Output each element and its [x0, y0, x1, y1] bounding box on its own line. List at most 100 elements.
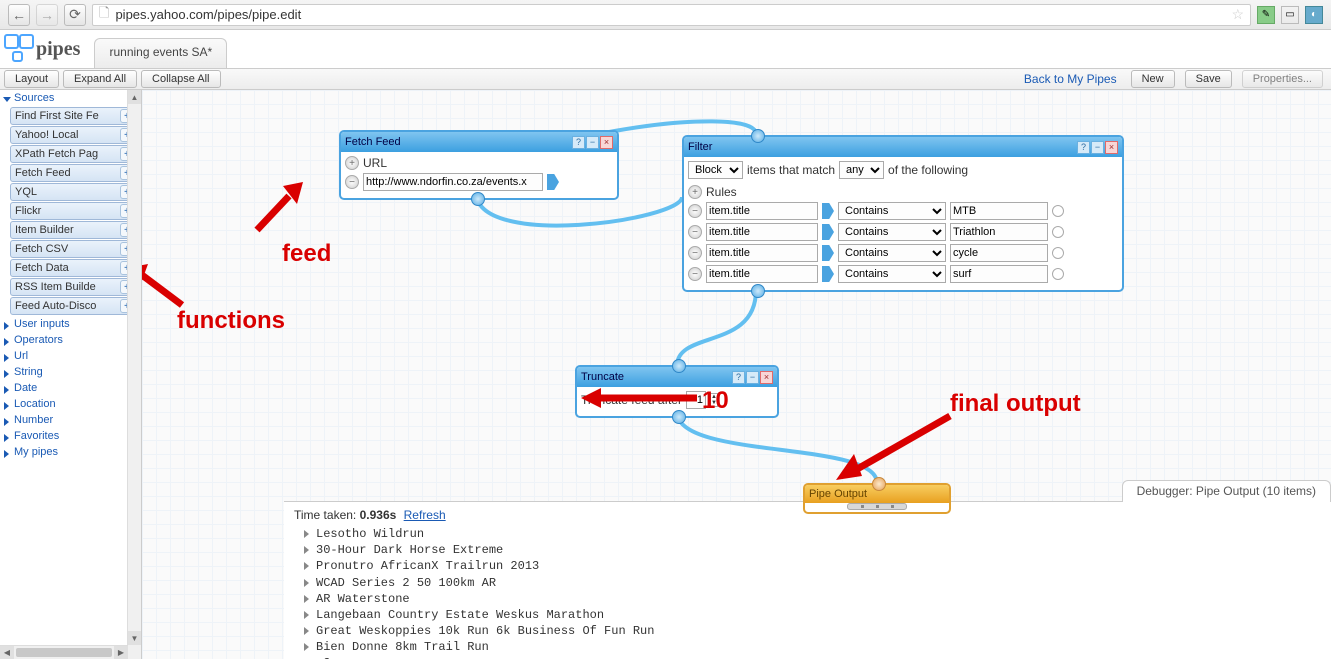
- debug-item[interactable]: Bien Donne 8km Trail Run: [294, 639, 1321, 655]
- close-icon[interactable]: ×: [1105, 141, 1118, 154]
- layout-button[interactable]: Layout: [4, 70, 59, 88]
- block-select[interactable]: Block: [688, 161, 743, 179]
- close-icon[interactable]: ×: [600, 136, 613, 149]
- module-filter[interactable]: Filter ? − × Block items that match any …: [682, 135, 1124, 292]
- rule-op-select[interactable]: Contains: [838, 265, 946, 283]
- module-header[interactable]: Filter ? − ×: [684, 137, 1122, 157]
- collapse-all-button[interactable]: Collapse All: [141, 70, 220, 88]
- input-port[interactable]: [751, 129, 765, 143]
- add-url-icon[interactable]: +: [345, 156, 359, 170]
- debug-item[interactable]: Great Weskoppies 10k Run 6k Business Of …: [294, 623, 1321, 639]
- source-item[interactable]: XPath Fetch Pag+: [10, 145, 137, 163]
- rule-value-input[interactable]: [950, 202, 1048, 220]
- sidebar-category[interactable]: Location: [0, 396, 141, 412]
- source-item[interactable]: Feed Auto-Disco+: [10, 297, 137, 315]
- save-button[interactable]: Save: [1185, 70, 1232, 88]
- remove-rule-icon[interactable]: −: [688, 204, 702, 218]
- back-to-pipes-link[interactable]: Back to My Pipes: [1024, 72, 1117, 86]
- ext-1-icon[interactable]: ✎: [1257, 6, 1275, 24]
- source-item[interactable]: Fetch Data+: [10, 259, 137, 277]
- add-rule-icon[interactable]: +: [688, 185, 702, 199]
- hscroll-thumb[interactable]: [16, 648, 112, 657]
- remove-rule-icon[interactable]: −: [688, 225, 702, 239]
- bookmark-star-icon[interactable]: ☆: [1231, 6, 1244, 23]
- refresh-link[interactable]: Refresh: [404, 508, 446, 522]
- rule-field-input[interactable]: [706, 244, 818, 262]
- rule-field-input[interactable]: [706, 265, 818, 283]
- remove-rule-icon[interactable]: −: [688, 267, 702, 281]
- document-tab[interactable]: running events SA*: [94, 38, 227, 68]
- output-port[interactable]: [471, 192, 485, 206]
- rule-radio[interactable]: [1052, 226, 1064, 238]
- ext-2-icon[interactable]: ▭: [1281, 6, 1299, 24]
- scroll-down-icon[interactable]: ▼: [128, 631, 141, 645]
- source-item[interactable]: YQL+: [10, 183, 137, 201]
- canvas[interactable]: Fetch Feed ? − × + URL −: [142, 90, 1331, 659]
- sidebar-category[interactable]: My pipes: [0, 444, 141, 460]
- source-item[interactable]: Fetch Feed+: [10, 164, 137, 182]
- scroll-right-icon[interactable]: ▶: [114, 646, 128, 659]
- expand-all-button[interactable]: Expand All: [63, 70, 137, 88]
- debug-item[interactable]: WCAD Series 2 50 100km AR: [294, 575, 1321, 591]
- sidebar-category[interactable]: Favorites: [0, 428, 141, 444]
- sidebar-category[interactable]: Number: [0, 412, 141, 428]
- reload-button[interactable]: ⟳: [64, 4, 86, 26]
- rule-op-select[interactable]: Contains: [838, 202, 946, 220]
- url-port-icon[interactable]: [547, 174, 559, 190]
- url-bar[interactable]: 🗋 pipes.yahoo.com/pipes/pipe.edit ☆: [92, 4, 1251, 26]
- collapse-icon[interactable]: −: [746, 371, 759, 384]
- source-item[interactable]: Yahoo! Local+: [10, 126, 137, 144]
- help-icon[interactable]: ?: [572, 136, 585, 149]
- debug-item[interactable]: AR Waterstone: [294, 591, 1321, 607]
- rule-op-select[interactable]: Contains: [838, 244, 946, 262]
- rule-value-input[interactable]: [950, 244, 1048, 262]
- field-port-icon[interactable]: [822, 224, 834, 240]
- debug-item[interactable]: Pronutro AfricanX Trailrun 2013: [294, 558, 1321, 574]
- help-icon[interactable]: ?: [1077, 141, 1090, 154]
- rule-field-input[interactable]: [706, 223, 818, 241]
- collapse-icon[interactable]: −: [586, 136, 599, 149]
- field-port-icon[interactable]: [822, 266, 834, 282]
- ext-3-icon[interactable]: ◐: [1305, 6, 1323, 24]
- pipes-logo[interactable]: pipes: [4, 34, 80, 64]
- collapse-icon[interactable]: −: [1091, 141, 1104, 154]
- remove-rule-icon[interactable]: −: [688, 246, 702, 260]
- field-port-icon[interactable]: [822, 245, 834, 261]
- rule-radio[interactable]: [1052, 205, 1064, 217]
- source-item[interactable]: RSS Item Builde+: [10, 278, 137, 296]
- source-item[interactable]: Item Builder+: [10, 221, 137, 239]
- resize-grip-icon[interactable]: [847, 503, 907, 510]
- properties-button[interactable]: Properties...: [1242, 70, 1323, 88]
- close-icon[interactable]: ×: [760, 371, 773, 384]
- remove-url-icon[interactable]: −: [345, 175, 359, 189]
- rule-value-input[interactable]: [950, 265, 1048, 283]
- module-fetch-feed[interactable]: Fetch Feed ? − × + URL −: [339, 130, 619, 200]
- sidebar-category[interactable]: Operators: [0, 332, 141, 348]
- sidebar-category[interactable]: String: [0, 364, 141, 380]
- rule-field-input[interactable]: [706, 202, 818, 220]
- module-header[interactable]: Fetch Feed ? − ×: [341, 132, 617, 152]
- source-item[interactable]: Flickr+: [10, 202, 137, 220]
- input-port[interactable]: [672, 359, 686, 373]
- rule-radio[interactable]: [1052, 247, 1064, 259]
- sidebar-hscroll[interactable]: ◀ ▶: [0, 645, 128, 659]
- field-port-icon[interactable]: [822, 203, 834, 219]
- back-button[interactable]: ←: [8, 4, 30, 26]
- new-button[interactable]: New: [1131, 70, 1175, 88]
- debugger-tab[interactable]: Debugger: Pipe Output (10 items): [1122, 480, 1331, 502]
- sidebar-category[interactable]: User inputs: [0, 316, 141, 332]
- output-port[interactable]: [751, 284, 765, 298]
- help-icon[interactable]: ?: [732, 371, 745, 384]
- debug-item[interactable]: Lesotho Wildrun: [294, 526, 1321, 542]
- sidebar-category[interactable]: Date: [0, 380, 141, 396]
- scroll-left-icon[interactable]: ◀: [0, 646, 14, 659]
- debug-item[interactable]: Langebaan Country Estate Weskus Marathon: [294, 607, 1321, 623]
- any-select[interactable]: any: [839, 161, 884, 179]
- sidebar-category[interactable]: Url: [0, 348, 141, 364]
- url-input[interactable]: [363, 173, 543, 191]
- forward-button[interactable]: →: [36, 4, 58, 26]
- sidebar-scrollbar[interactable]: ▲ ▼: [127, 90, 141, 659]
- cat-sources[interactable]: Sources: [0, 90, 141, 106]
- source-item[interactable]: Find First Site Fe+: [10, 107, 137, 125]
- debug-item[interactable]: 30-Hour Dark Horse Extreme: [294, 542, 1321, 558]
